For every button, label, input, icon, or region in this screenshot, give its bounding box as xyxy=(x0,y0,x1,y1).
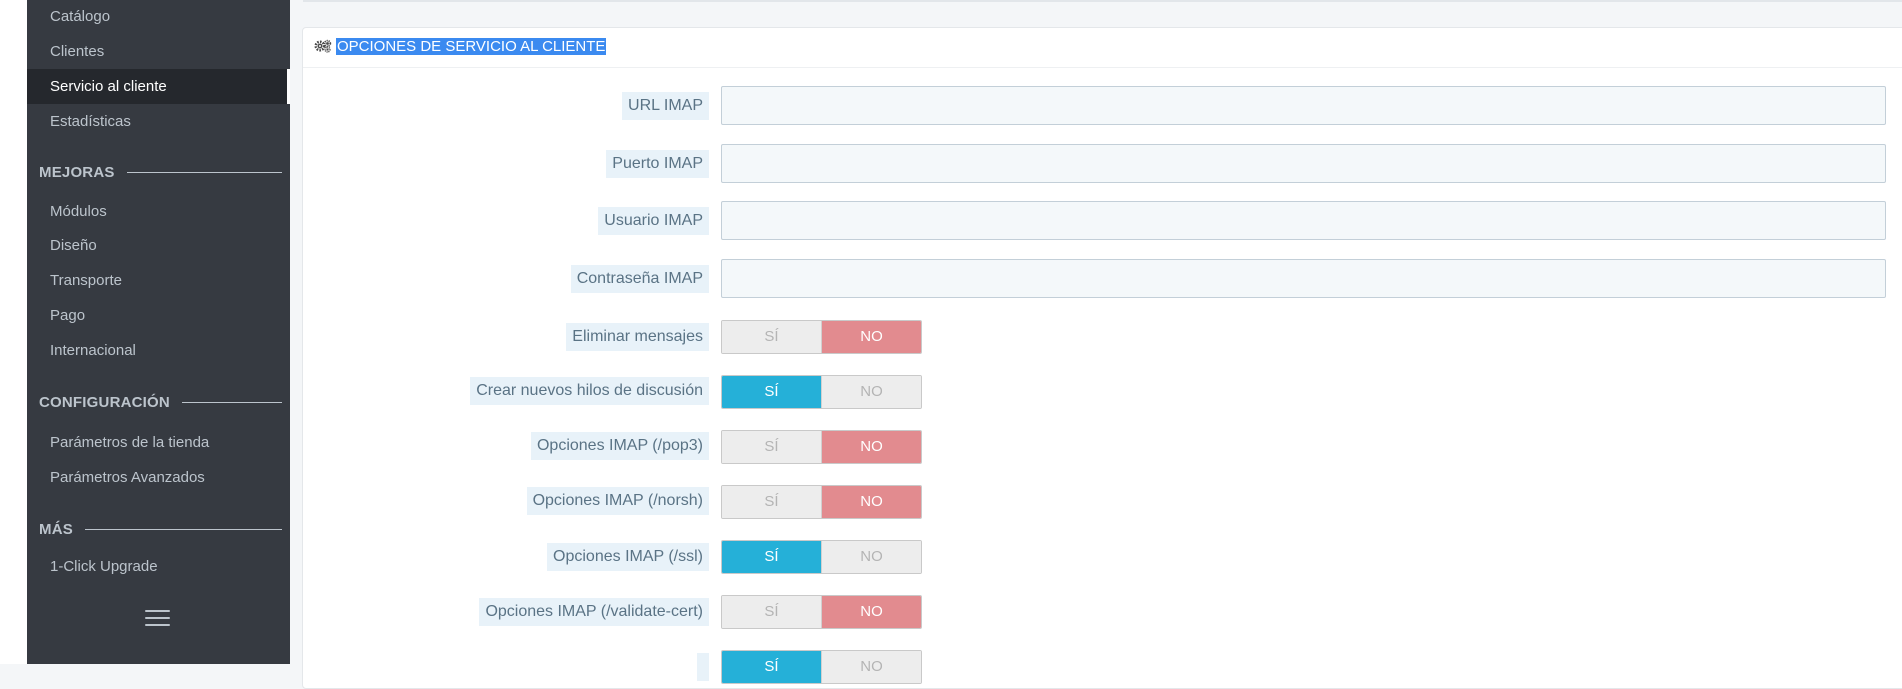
sidebar-item-servicio-al-cliente[interactable]: Servicio al cliente xyxy=(27,69,290,104)
field-label-eliminar-mensajes: Eliminar mensajes xyxy=(566,323,709,351)
sidebar-item-diseno[interactable]: Diseño xyxy=(27,228,290,263)
sidebar-item-parametros-avanzados[interactable]: Parámetros Avanzados xyxy=(27,460,290,495)
section-divider xyxy=(84,528,282,530)
usuario-imap-input[interactable] xyxy=(721,201,1886,240)
toggle-option-no[interactable]: NO xyxy=(822,486,921,518)
section-divider xyxy=(181,401,282,403)
field-label-usuario-imap: Usuario IMAP xyxy=(598,207,709,235)
section-divider xyxy=(126,171,282,173)
imap-pop3-toggle[interactable]: SÍ NO xyxy=(721,430,922,464)
toggle-option-no[interactable]: NO xyxy=(822,376,921,408)
url-imap-input[interactable] xyxy=(721,86,1886,125)
field-label-contrasena-imap: Contraseña IMAP xyxy=(570,265,709,293)
field-label-puerto-imap: Puerto IMAP xyxy=(606,150,709,178)
section-title: MEJORAS xyxy=(39,163,115,181)
gears-icon xyxy=(314,39,332,53)
imap-norsh-toggle[interactable]: SÍ NO xyxy=(721,485,922,519)
toggle-option-no[interactable]: NO xyxy=(822,321,921,353)
sidebar-item-transporte[interactable]: Transporte xyxy=(27,263,290,298)
toggle-option-si[interactable]: SÍ xyxy=(722,321,822,353)
eliminar-mensajes-toggle[interactable]: SÍ NO xyxy=(721,320,922,354)
field-label-imap-validate-cert: Opciones IMAP (/validate-cert) xyxy=(479,598,709,626)
sidebar-item-modulos[interactable]: Módulos xyxy=(27,194,290,229)
imap-cut-off-toggle[interactable]: SÍ NO xyxy=(721,650,922,684)
panel-header: OPCIONES DE SERVICIO AL CLIENTE xyxy=(303,28,1902,68)
toggle-option-no[interactable]: NO xyxy=(822,541,921,573)
imap-ssl-toggle[interactable]: SÍ NO xyxy=(721,540,922,574)
contrasena-imap-input[interactable] xyxy=(721,259,1886,298)
toggle-option-si[interactable]: SÍ xyxy=(722,651,822,683)
section-heading-mas: MÁS xyxy=(39,519,282,539)
puerto-imap-input[interactable] xyxy=(721,144,1886,183)
toggle-option-no[interactable]: NO xyxy=(822,431,921,463)
section-heading-configuracion: CONFIGURACIÓN xyxy=(39,392,282,412)
sidebar-item-estadisticas[interactable]: Estadísticas xyxy=(27,104,290,139)
toggle-option-si[interactable]: SÍ xyxy=(722,486,822,518)
field-label-imap-ssl: Opciones IMAP (/ssl) xyxy=(547,543,709,571)
top-panel-edge xyxy=(303,0,1902,2)
section-title: CONFIGURACIÓN xyxy=(39,393,170,411)
sidebar-item-1-click-upgrade[interactable]: 1-Click Upgrade xyxy=(27,549,290,584)
imap-validate-cert-toggle[interactable]: SÍ NO xyxy=(721,595,922,629)
toggle-option-si[interactable]: SÍ xyxy=(722,431,822,463)
toggle-option-si[interactable]: SÍ xyxy=(722,541,822,573)
sidebar-item-catalogo[interactable]: Catálogo xyxy=(27,0,290,34)
field-label-imap-norsh: Opciones IMAP (/norsh) xyxy=(526,487,709,515)
field-label-imap-cut-off xyxy=(697,653,709,681)
toggle-option-si[interactable]: SÍ xyxy=(722,596,822,628)
field-label-imap-pop3: Opciones IMAP (/pop3) xyxy=(530,432,709,460)
sidebar-item-pago[interactable]: Pago xyxy=(27,298,290,333)
sidebar-nav: Catálogo Clientes Servicio al cliente Es… xyxy=(27,0,290,664)
section-heading-mejoras: MEJORAS xyxy=(39,162,282,182)
crear-hilos-toggle[interactable]: SÍ NO xyxy=(721,375,922,409)
window-left-margin xyxy=(0,0,27,664)
toggle-option-si[interactable]: SÍ xyxy=(722,376,822,408)
customer-service-options-panel: OPCIONES DE SERVICIO AL CLIENTE xyxy=(302,27,1902,689)
sidebar-item-parametros-tienda[interactable]: Parámetros de la tienda xyxy=(27,425,290,460)
sidebar-item-clientes[interactable]: Clientes xyxy=(27,34,290,69)
field-label-url-imap: URL IMAP xyxy=(622,92,709,120)
sidebar-item-internacional[interactable]: Internacional xyxy=(27,333,290,368)
toggle-option-no[interactable]: NO xyxy=(822,651,921,683)
section-title: MÁS xyxy=(39,520,73,538)
field-label-crear-hilos: Crear nuevos hilos de discusión xyxy=(470,377,709,405)
hamburger-icon[interactable] xyxy=(145,610,170,628)
panel-title: OPCIONES DE SERVICIO AL CLIENTE xyxy=(336,38,607,55)
toggle-option-no[interactable]: NO xyxy=(822,596,921,628)
